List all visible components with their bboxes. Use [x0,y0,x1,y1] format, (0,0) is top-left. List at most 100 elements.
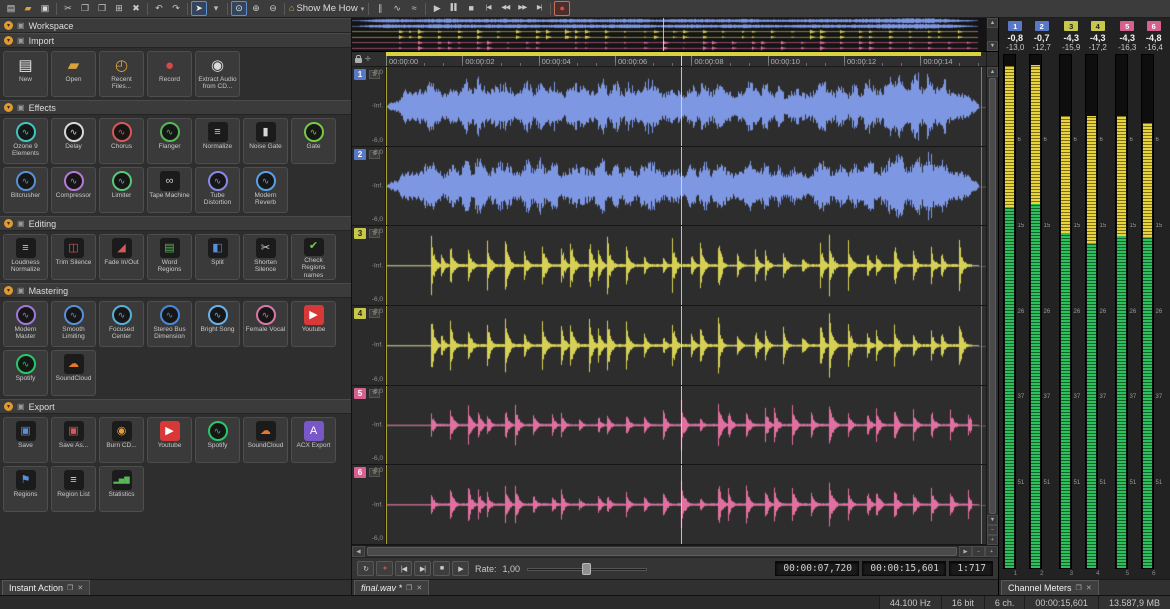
section-header-import[interactable]: ▾▣Import [0,33,351,48]
section-header-editing[interactable]: ▾▣Editing [0,216,351,231]
action-record[interactable]: ●Record [147,51,192,97]
float-window-icon[interactable]: ❐ [406,584,412,592]
action-fade-in-out[interactable]: ◢Fade In/Out [99,234,144,280]
action-burn-cd[interactable]: ◉Burn CD... [99,417,144,463]
scroll-up-button[interactable]: ▲ [987,67,998,77]
stop-button[interactable]: ■ [433,561,450,576]
overview-scroll-down-button[interactable]: ▼ [987,41,998,51]
action-spotify[interactable]: ∿Spotify [195,417,240,463]
channel-1-meter-bar[interactable] [1003,54,1016,569]
overview-waveforms[interactable] [352,18,986,51]
action-delay[interactable]: ∿Delay [51,118,96,164]
copy-button[interactable]: ❐ [77,1,93,16]
action-word-regions[interactable]: ▤Word Regions [147,234,192,280]
go-to-start-button[interactable]: |◀ [395,561,412,576]
action-female-vocal[interactable]: ∿Female Vocal [243,301,288,347]
channel-3-meter-bar[interactable] [1059,54,1072,569]
action-loudness-normalize[interactable]: ≡Loudness Normalize [3,234,48,280]
action-limiter[interactable]: ∿Limiter [99,167,144,213]
timeline-ruler[interactable]: 00:00:0000:00:0200:00:0400:00:0600:00:08… [386,52,986,66]
loop-playback-button[interactable]: ↻ [357,561,374,576]
action-bitcrusher[interactable]: ∿Bitcrusher [3,167,48,213]
crossfade-button[interactable]: ∿ [389,1,405,16]
action-noise-gate[interactable]: ▮Noise Gate [243,118,288,164]
auto-ripple-button[interactable]: ≈ [406,1,422,16]
edit-tool-button[interactable]: ➤ [191,1,207,16]
zoom-ratio[interactable]: 1:717 [949,561,993,576]
action-stereo-bus-dimension[interactable]: ∿Stereo Bus Dimension [147,301,192,347]
time-total[interactable]: 00:00:15,601 [862,561,946,576]
overview-strip[interactable]: ▲ ▼ [352,18,998,52]
channel-3-waveform[interactable] [386,226,986,305]
action-check-regions-names[interactable]: ✔Check Regions names [291,234,336,280]
collapse-chevron-icon[interactable]: ▾ [4,103,13,112]
scroll-right-button[interactable]: ▶ [959,546,972,557]
rate-slider-handle[interactable] [582,563,591,575]
collapse-chevron-icon[interactable]: ▾ [4,36,13,45]
action-region-list[interactable]: ≡Region List [51,466,96,512]
redo-button[interactable]: ↷ [168,1,184,16]
action-split[interactable]: ◧Split [195,234,240,280]
channel-3-badge[interactable]: 3 [354,228,366,239]
rewind-button[interactable]: ◀◀ [497,1,513,16]
record-button[interactable]: ● [554,1,570,16]
section-header-workspace[interactable]: ▾▣Workspace [0,18,351,33]
channel-2-badge[interactable]: 2 [354,149,366,160]
horizontal-zoom-in-button[interactable]: + [985,546,998,557]
action-tape-machine[interactable]: ∞Tape Machine [147,167,192,213]
peak-readouts[interactable]: -4,3-4,3 [1058,33,1111,43]
action-bright-song[interactable]: ∿Bright Song [195,301,240,347]
channel-5-waveform[interactable] [386,386,986,465]
action-open[interactable]: ▰Open [51,51,96,97]
channel-2-meter-bar[interactable] [1029,54,1042,569]
peak-readouts[interactable]: -4,3-4,8 [1114,33,1167,43]
channel-2-waveform[interactable] [386,147,986,226]
tab-instant-action[interactable]: Instant Action ❐ ✕ [2,580,90,595]
float-panel-icon[interactable]: ❐ [67,584,73,592]
action-modern-reverb[interactable]: ∿Modern Reverb [243,167,288,213]
paste-button[interactable]: ❒ [94,1,110,16]
action-spotify[interactable]: ∿Spotify [3,350,48,396]
go-to-start-button[interactable]: |◀ [480,1,496,16]
peak-readouts[interactable]: -0,8-0,7 [1002,33,1055,43]
channel-5-meter-bar[interactable] [1115,54,1128,569]
action-statistics[interactable]: ▂▅▇Statistics [99,466,144,512]
channel-1-waveform[interactable] [386,67,986,146]
float-meters-icon[interactable]: ❐ [1076,584,1082,592]
action-recent-files[interactable]: ◴Recent Files... [99,51,144,97]
save-file-button[interactable]: ▣ [37,1,53,16]
overview-scroll-up-button[interactable]: ▲ [987,18,998,28]
vertical-scroll-thumb[interactable] [989,78,996,514]
lock-icon[interactable] [355,55,362,63]
delete-button[interactable]: ✖ [128,1,144,16]
mix-paste-button[interactable]: ⊞ [111,1,127,16]
channel-5-badge[interactable]: 5 [354,388,366,399]
action-extract-audio-from-cd[interactable]: ◉Extract Audio from CD... [195,51,240,97]
action-soundcloud[interactable]: ☁SoundCloud [243,417,288,463]
collapse-chevron-icon[interactable]: ▾ [4,21,13,30]
action-trim-silence[interactable]: ◫Trim Silence [51,234,96,280]
zoom-in-button[interactable]: ⊕ [248,1,264,16]
open-file-button[interactable]: ▰ [20,1,36,16]
zoom-tool-button[interactable]: ⊙ [231,1,247,16]
go-to-end-button[interactable]: ▶| [531,1,547,16]
collapse-chevron-icon[interactable]: ▾ [4,286,13,295]
stop-button[interactable]: ■ [463,1,479,16]
action-youtube[interactable]: ▶Youtube [147,417,192,463]
vertical-zoom-out-button[interactable]: − [987,525,998,535]
action-modern-master[interactable]: ∿Modern Master [3,301,48,347]
go-to-end-button[interactable]: ▶| [414,561,431,576]
play-all-button[interactable]: ▶ [429,1,445,16]
vertical-zoom-in-button[interactable]: + [987,535,998,545]
zoom-out-button[interactable]: ⊖ [265,1,281,16]
undo-button[interactable]: ↶ [151,1,167,16]
section-header-mastering[interactable]: ▾▣Mastering [0,283,351,298]
action-save[interactable]: ▣Save [3,417,48,463]
action-youtube[interactable]: ▶Youtube [291,301,336,347]
rate-slider[interactable] [527,562,647,576]
cut-button[interactable]: ✂ [60,1,76,16]
play-button[interactable]: ▶ [452,561,469,576]
record-button[interactable]: ● [376,561,393,576]
action-tube-distortion[interactable]: ∿Tube Distortion [195,167,240,213]
action-chorus[interactable]: ∿Chorus [99,118,144,164]
